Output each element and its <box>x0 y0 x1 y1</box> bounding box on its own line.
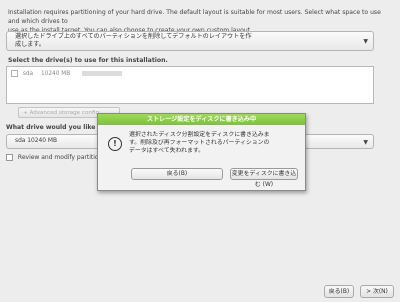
layout-combo-line-1: 選択したドライブ上のすべてのパーティションを削除してデフォルトのレイアウトを作 <box>15 33 252 40</box>
chevron-down-icon: ▼ <box>363 38 368 45</box>
drive-size: 10240 MB <box>40 71 71 77</box>
dialog-message: 選択されたディスク分割設定をディスクに書き込みま す。削除及び再フォーマットされ… <box>129 131 299 155</box>
dialog-back-button[interactable]: 戻る(B) <box>131 168 223 180</box>
chevron-down-icon: ▼ <box>363 139 368 146</box>
dialog-message-line-3: データはすべて失われます。 <box>129 148 205 154</box>
drive-row-sda[interactable]: sda 10240 MB <box>11 70 123 77</box>
warning-icon: ! <box>108 137 122 151</box>
drives-label: Select the drive(s) to use for this inst… <box>8 57 168 64</box>
dialog-message-line-1: 選択されたディスク分割設定をディスクに書き込みま <box>129 132 270 138</box>
drive-model-redacted <box>82 71 123 76</box>
intro-line-1: Installation requires partitioning of yo… <box>8 9 381 25</box>
next-button[interactable]: > 次(N) <box>360 285 394 298</box>
boot-combo-value: sda 10240 MB <box>15 138 58 144</box>
write-changes-button[interactable]: 変更をディスクに書き込む (W) <box>230 168 298 188</box>
drive-checkbox[interactable] <box>11 70 18 77</box>
write-storage-dialog: ストレージ設定をディスクに書き込み中 ! 選択されたディスク分割設定をディスクに… <box>97 113 306 191</box>
layout-type-combo[interactable]: 選択したドライブ上のすべてのパーティションを削除してデフォルトのレイアウトを作 … <box>6 31 374 51</box>
review-option[interactable]: Review and modify partitioni <box>6 154 104 161</box>
dialog-title: ストレージ設定をディスクに書き込み中 <box>98 114 305 125</box>
drive-list[interactable]: sda 10240 MB <box>6 66 374 104</box>
dialog-message-line-2: す。削除及び再フォーマットされるパーティションの <box>129 140 270 146</box>
drive-name: sda <box>22 71 34 77</box>
review-label: Review and modify partitioni <box>17 154 105 161</box>
layout-combo-line-2: 成します。 <box>15 41 45 48</box>
review-checkbox[interactable] <box>6 154 13 161</box>
back-button[interactable]: 戻る(B) <box>324 285 354 298</box>
